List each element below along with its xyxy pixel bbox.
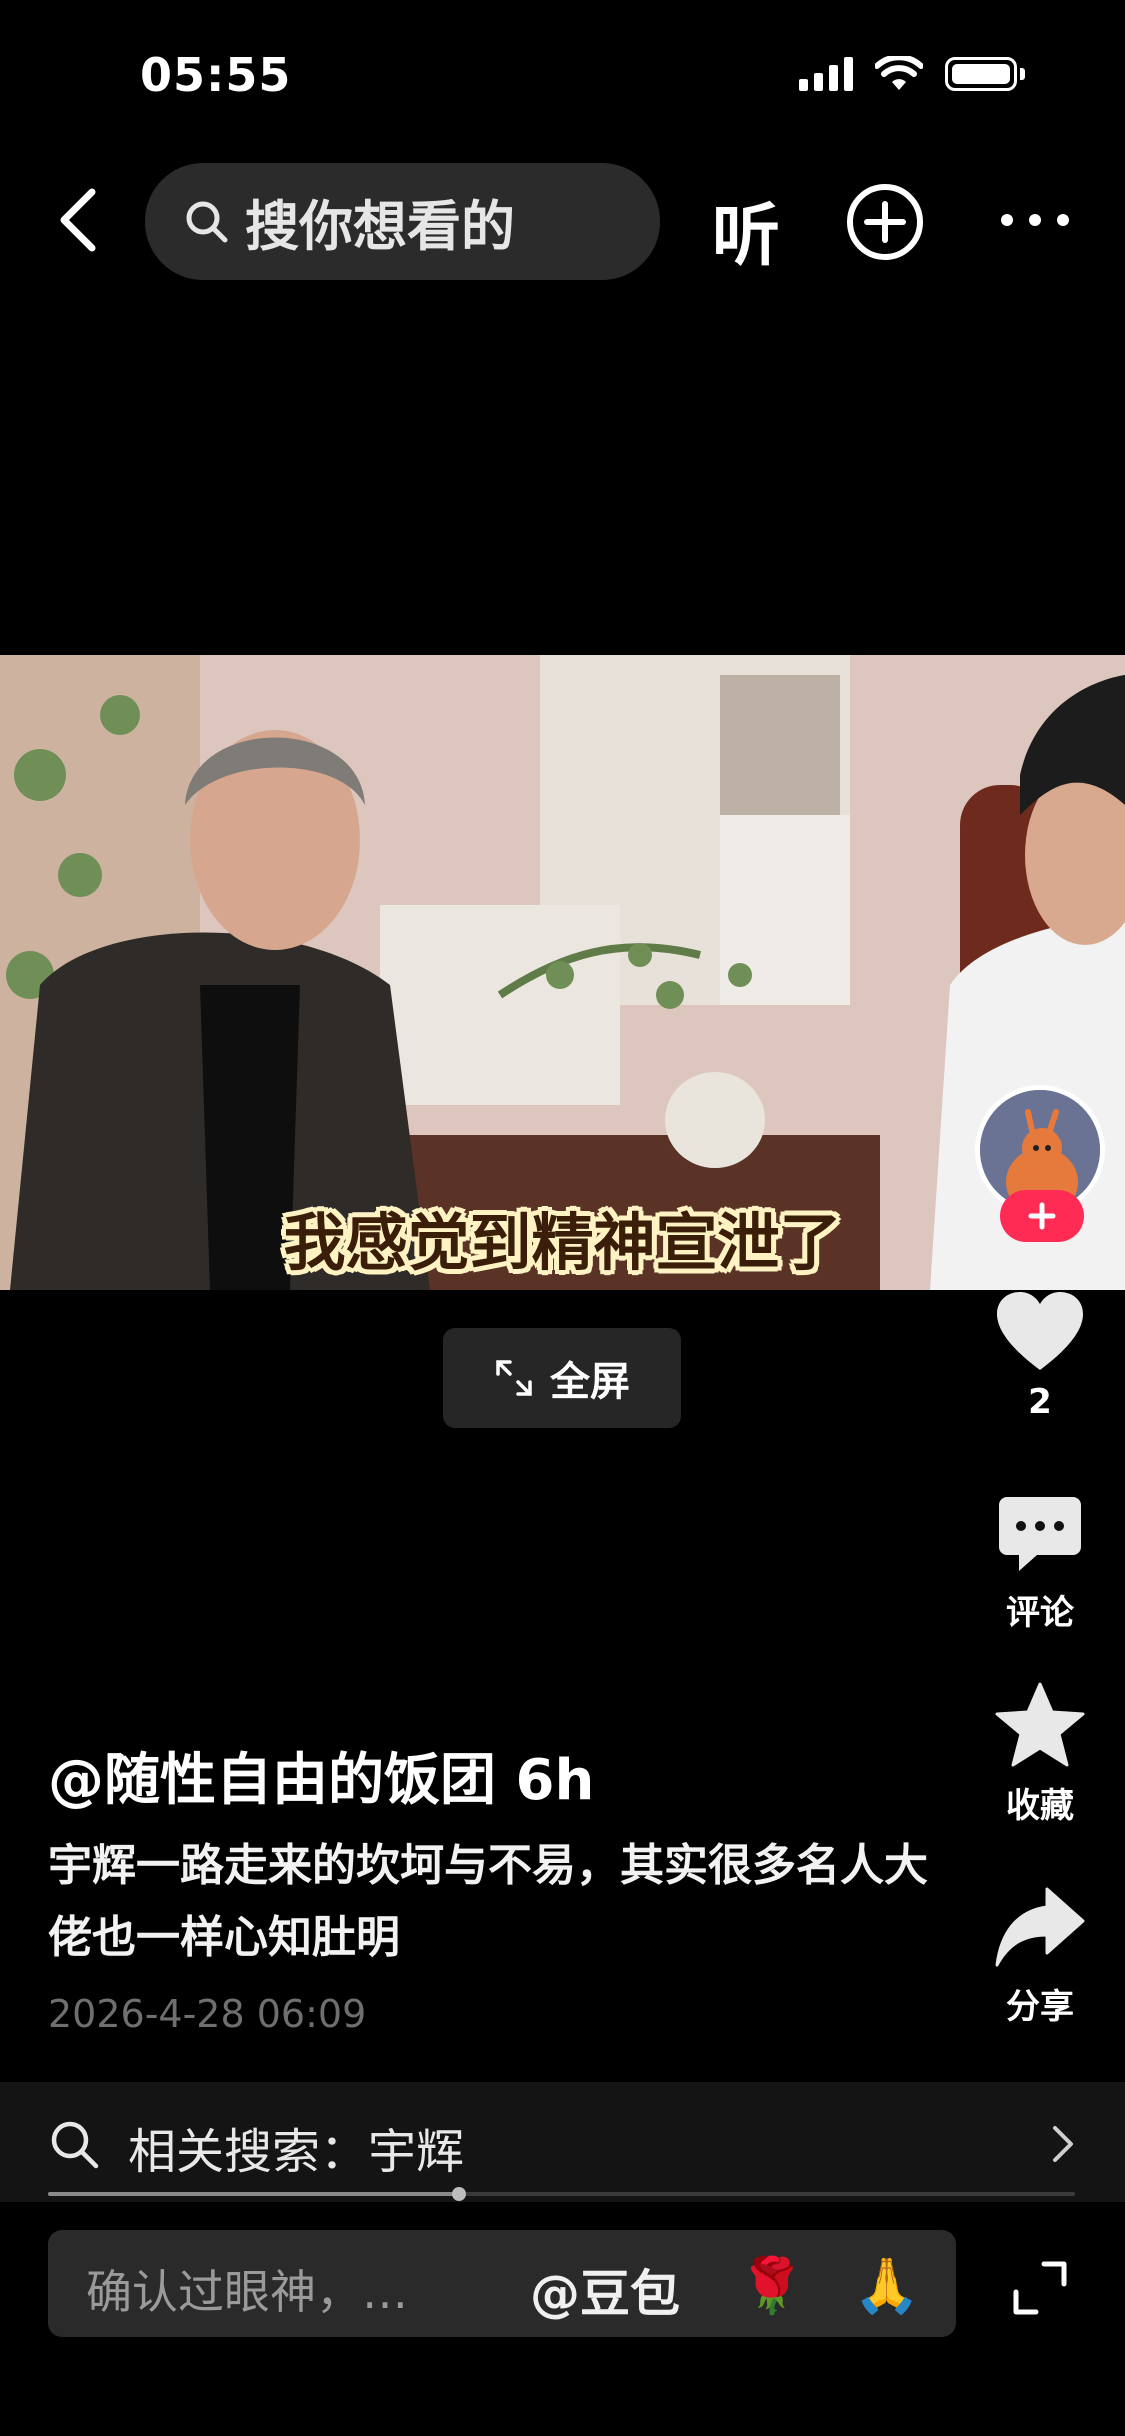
share-arrow-icon — [995, 1887, 1085, 1967]
chevron-right-icon — [1053, 2126, 1073, 2162]
related-search-label: 相关搜索：宇辉 — [128, 2124, 465, 2180]
share-label: 分享 — [1006, 1987, 1074, 2027]
favorite-button[interactable]: 收藏 — [975, 1682, 1105, 1827]
cellular-signal-icon — [799, 57, 853, 91]
progress-knob[interactable] — [451, 2187, 466, 2201]
fullscreen-label: 全屏 — [550, 1359, 630, 1405]
expand-arrows-icon — [496, 1360, 532, 1396]
comment-placeholder: 确认过眼神，… — [86, 2265, 408, 2319]
search-input[interactable]: 搜你想看的 — [145, 163, 660, 280]
author-line[interactable]: @随性自由的饭团 6h — [48, 1735, 594, 1816]
expand-comment-button[interactable] — [1010, 2258, 1070, 2318]
search-placeholder: 搜你想看的 — [245, 195, 515, 258]
like-button[interactable]: 2 — [975, 1290, 1105, 1422]
chevron-left-icon — [60, 188, 96, 252]
heart-icon — [997, 1292, 1083, 1370]
battery-icon — [945, 57, 1025, 91]
add-button[interactable] — [845, 182, 925, 262]
listen-button[interactable]: 听 — [712, 180, 780, 279]
back-button[interactable] — [50, 180, 110, 260]
favorite-label: 收藏 — [1006, 1786, 1074, 1826]
progress-fill — [48, 2192, 459, 2196]
post-description: 宇辉一路走来的坎坷与不易，其实很多名人大佬也一样心知肚明 — [48, 1840, 928, 1963]
video-progress-bar[interactable] — [48, 2187, 1075, 2201]
follow-button[interactable] — [1000, 1190, 1084, 1242]
plus-icon — [1028, 1202, 1056, 1230]
top-nav: 搜你想看的 听 — [0, 160, 1125, 280]
like-count: 2 — [1028, 1382, 1052, 1422]
status-time: 05:55 — [140, 48, 292, 102]
more-button[interactable] — [995, 200, 1075, 240]
wifi-icon — [875, 56, 923, 90]
search-icon — [186, 201, 228, 242]
fullscreen-button[interactable]: 全屏 — [443, 1328, 681, 1428]
star-icon — [995, 1682, 1085, 1767]
comment-button[interactable]: 评论 — [975, 1495, 1105, 1634]
mention-button[interactable]: @豆包 — [530, 2254, 680, 2326]
status-bar: 05:55 — [0, 0, 1125, 150]
share-button[interactable]: 分享 — [975, 1885, 1105, 2028]
more-dots-icon — [1001, 214, 1069, 226]
expand-icon — [1013, 2261, 1067, 2315]
plus-circle-icon — [847, 184, 923, 260]
comment-label: 评论 — [1006, 1593, 1074, 1633]
video-subtitle: 我感觉到精神宣泄了 — [283, 1206, 842, 1279]
comment-bubble-icon — [999, 1497, 1081, 1571]
video-player[interactable]: 我感觉到精神宣泄了 — [0, 655, 1125, 1290]
status-icons — [799, 56, 1025, 92]
search-icon — [51, 2121, 99, 2169]
rose-emoji-button[interactable]: 🌹 — [738, 2254, 805, 2318]
comment-input[interactable]: 确认过眼神，… @豆包 🌹 🙏 — [48, 2230, 956, 2337]
related-search-bar[interactable]: 相关搜索：宇辉 — [0, 2082, 1125, 2202]
post-date: 2026-4-28 06:09 — [48, 1992, 367, 2036]
pray-emoji-button[interactable]: 🙏 — [853, 2254, 920, 2318]
